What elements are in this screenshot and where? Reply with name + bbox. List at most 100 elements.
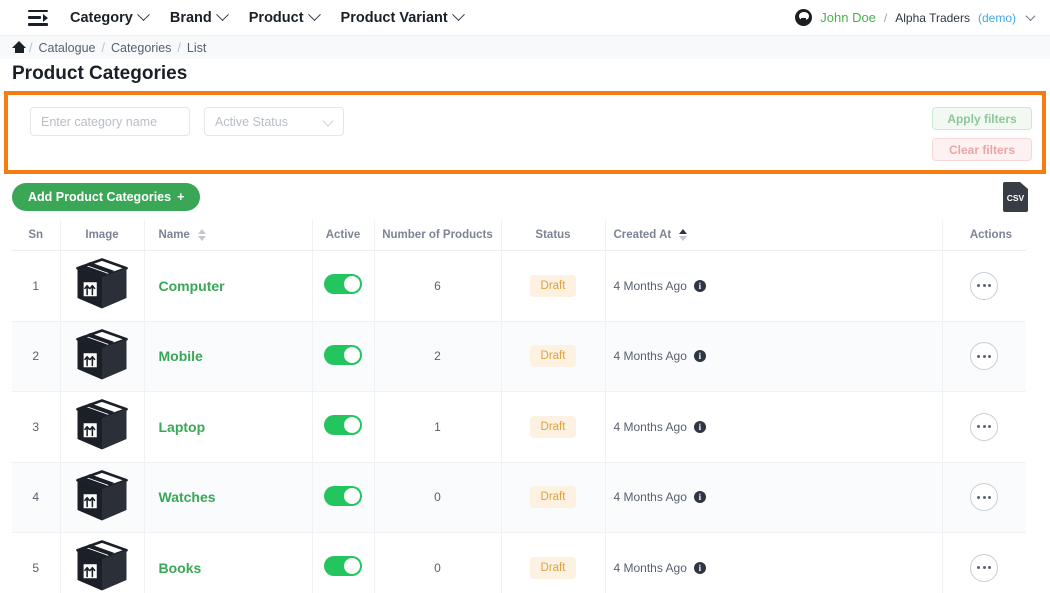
- more-options-button[interactable]: [970, 483, 999, 512]
- package-placeholder-icon: [76, 399, 128, 450]
- cell-image: [59, 250, 145, 322]
- active-toggle[interactable]: [324, 485, 362, 506]
- nav-item-product-variant[interactable]: Product Variant: [340, 8, 465, 26]
- breadcrumb-item-categories[interactable]: Categories: [105, 41, 177, 55]
- info-icon[interactable]: i: [693, 279, 706, 292]
- cell-image: [59, 391, 145, 463]
- chevron-down-icon: [307, 8, 321, 22]
- cell-sn: 4: [12, 462, 60, 534]
- package-placeholder-icon: [76, 328, 128, 380]
- csv-label: CSV: [1006, 193, 1025, 203]
- table-row: 3 Laptop 1 Draft 4 Months Ago i: [12, 391, 1026, 463]
- cell-active: [311, 462, 374, 534]
- column-label: Name: [158, 229, 190, 242]
- breadcrumb-item-catalogue[interactable]: Catalogue: [32, 41, 101, 55]
- category-name-link[interactable]: Computer: [159, 278, 225, 294]
- info-icon[interactable]: i: [693, 561, 706, 574]
- column-header-name[interactable]: Name: [144, 220, 312, 252]
- table-head: Sn Image Name Active Number of Products …: [12, 220, 1026, 252]
- column-header-created-at[interactable]: Created At: [604, 220, 942, 252]
- github-avatar-icon: [795, 9, 813, 26]
- column-header-active: Active: [311, 220, 374, 252]
- more-options-button[interactable]: [970, 342, 999, 371]
- created-at-text: 4 Months Ago: [613, 349, 687, 364]
- info-icon[interactable]: i: [693, 350, 706, 363]
- cell-products-count: 2: [373, 321, 501, 393]
- more-options-button[interactable]: [970, 412, 999, 441]
- cell-status: Draft: [500, 250, 605, 322]
- status-badge: Draft: [529, 274, 577, 297]
- cell-created-at: 4 Months Ago i: [604, 250, 942, 322]
- active-toggle[interactable]: [324, 274, 362, 295]
- status-badge: Draft: [529, 486, 577, 509]
- cell-actions: [941, 532, 1026, 593]
- more-options-button[interactable]: [970, 553, 999, 582]
- nav-label: Product: [248, 9, 304, 26]
- more-options-button[interactable]: [970, 271, 999, 300]
- demo-tag: (demo): [977, 10, 1016, 25]
- category-name-link[interactable]: Books: [159, 560, 202, 576]
- cell-name: Books: [144, 532, 312, 593]
- cell-products-count: 1: [373, 391, 501, 463]
- cell-products-count: 0: [373, 462, 501, 534]
- active-toggle[interactable]: [324, 344, 362, 365]
- sort-toggle-icon[interactable]: [679, 229, 688, 241]
- column-header-sn: Sn: [12, 220, 60, 252]
- nav-item-product[interactable]: Product: [248, 8, 321, 26]
- chevron-down-icon: [322, 115, 334, 127]
- user-name: John Doe: [820, 10, 876, 25]
- category-name-link[interactable]: Watches: [159, 489, 216, 505]
- column-header-products: Number of Products: [373, 220, 501, 252]
- active-toggle[interactable]: [324, 556, 362, 577]
- table-row: 1 Computer 6 Draft 4 Months Ago i: [12, 250, 1026, 322]
- apply-filters-button[interactable]: Apply filters: [932, 107, 1032, 130]
- clear-filters-button[interactable]: Clear filters: [932, 138, 1032, 161]
- home-icon[interactable]: [12, 41, 26, 54]
- cell-active: [311, 250, 374, 322]
- cell-active: [311, 321, 374, 393]
- table-row: 4 Watches 0 Draft 4 Months Ago i: [12, 462, 1026, 534]
- table-row: 5 Books 0 Draft 4 Months Ago i: [12, 532, 1026, 593]
- csv-file-icon[interactable]: CSV: [1003, 182, 1028, 212]
- nav-item-category[interactable]: Category: [70, 8, 150, 26]
- category-name-link[interactable]: Laptop: [159, 419, 206, 435]
- cell-status: Draft: [500, 532, 605, 593]
- cell-actions: [941, 462, 1026, 534]
- category-name-input[interactable]: [30, 107, 190, 136]
- filter-buttons: Apply filters Clear filters: [932, 107, 1032, 161]
- package-placeholder-icon: [76, 258, 128, 309]
- add-product-categories-button[interactable]: Add Product Categories +: [12, 183, 201, 211]
- cell-name: Computer: [144, 250, 312, 322]
- cell-name: Laptop: [144, 391, 312, 463]
- active-toggle[interactable]: [324, 415, 362, 436]
- filter-panel: Active Status Apply filters Clear filter…: [4, 91, 1046, 174]
- column-header-status: Status: [500, 220, 605, 252]
- product-categories-table: Sn Image Name Active Number of Products …: [12, 220, 1026, 593]
- breadcrumb: / Catalogue / Categories / List: [0, 36, 1050, 59]
- cell-status: Draft: [500, 321, 605, 393]
- cell-active: [311, 391, 374, 463]
- active-status-select[interactable]: Active Status: [204, 107, 344, 136]
- chevron-down-icon: [1025, 11, 1036, 22]
- nav-item-brand[interactable]: Brand: [170, 8, 229, 26]
- cell-products-count: 0: [373, 532, 501, 593]
- cell-sn: 1: [12, 250, 60, 322]
- menu-collapse-icon[interactable]: [28, 9, 48, 26]
- sort-toggle-icon[interactable]: [198, 229, 207, 241]
- nav-label: Product Variant: [340, 9, 448, 26]
- breadcrumb-item-list: List: [186, 40, 207, 55]
- chevron-down-icon: [451, 8, 465, 22]
- user-menu[interactable]: John Doe / Alpha Traders (demo): [795, 9, 1036, 26]
- cell-actions: [941, 321, 1026, 393]
- cell-image: [59, 321, 145, 393]
- cell-created-at: 4 Months Ago i: [604, 321, 942, 393]
- plus-icon: +: [177, 190, 185, 204]
- info-icon[interactable]: i: [693, 420, 706, 433]
- add-button-label: Add Product Categories: [28, 190, 172, 204]
- info-icon[interactable]: i: [693, 491, 706, 504]
- cell-created-at: 4 Months Ago i: [604, 532, 942, 593]
- cell-name: Mobile: [144, 321, 312, 393]
- category-name-link[interactable]: Mobile: [159, 348, 203, 364]
- cell-status: Draft: [500, 462, 605, 534]
- user-separator: /: [883, 10, 888, 25]
